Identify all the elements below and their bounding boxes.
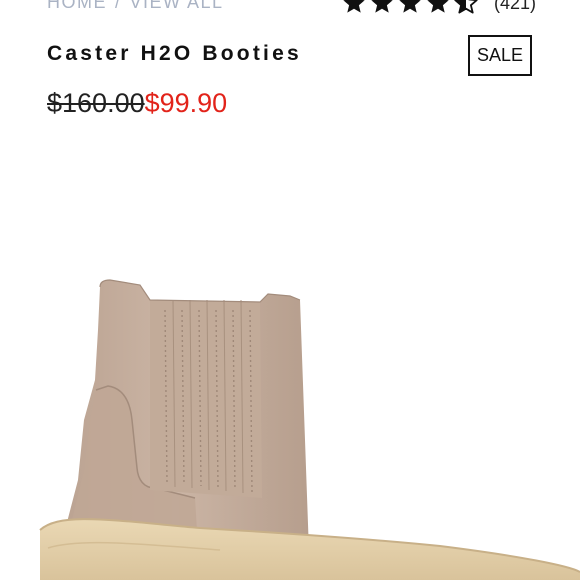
breadcrumb-home-link[interactable]: HOME: [47, 0, 107, 12]
star-half-icon: [454, 0, 478, 14]
star-full-icon: [371, 0, 393, 13]
product-title: Caster H2O Booties: [47, 42, 302, 65]
breadcrumb-separator: /: [115, 0, 122, 12]
price-row: $160.00$99.90: [47, 88, 227, 119]
star-full-icon: [427, 0, 449, 13]
star-full-icon: [343, 0, 365, 13]
product-rating[interactable]: (421): [342, 0, 536, 16]
original-price: $160.00: [47, 88, 145, 118]
breadcrumb: HOME / VIEW ALL: [47, 0, 224, 13]
review-count[interactable]: (421): [494, 0, 536, 14]
sale-price: $99.90: [144, 88, 228, 118]
ankle-boot-image[interactable]: [0, 140, 580, 580]
sale-badge: SALE: [468, 35, 532, 76]
breadcrumb-view-all-link[interactable]: VIEW ALL: [130, 0, 224, 12]
star-full-icon: [399, 0, 421, 13]
